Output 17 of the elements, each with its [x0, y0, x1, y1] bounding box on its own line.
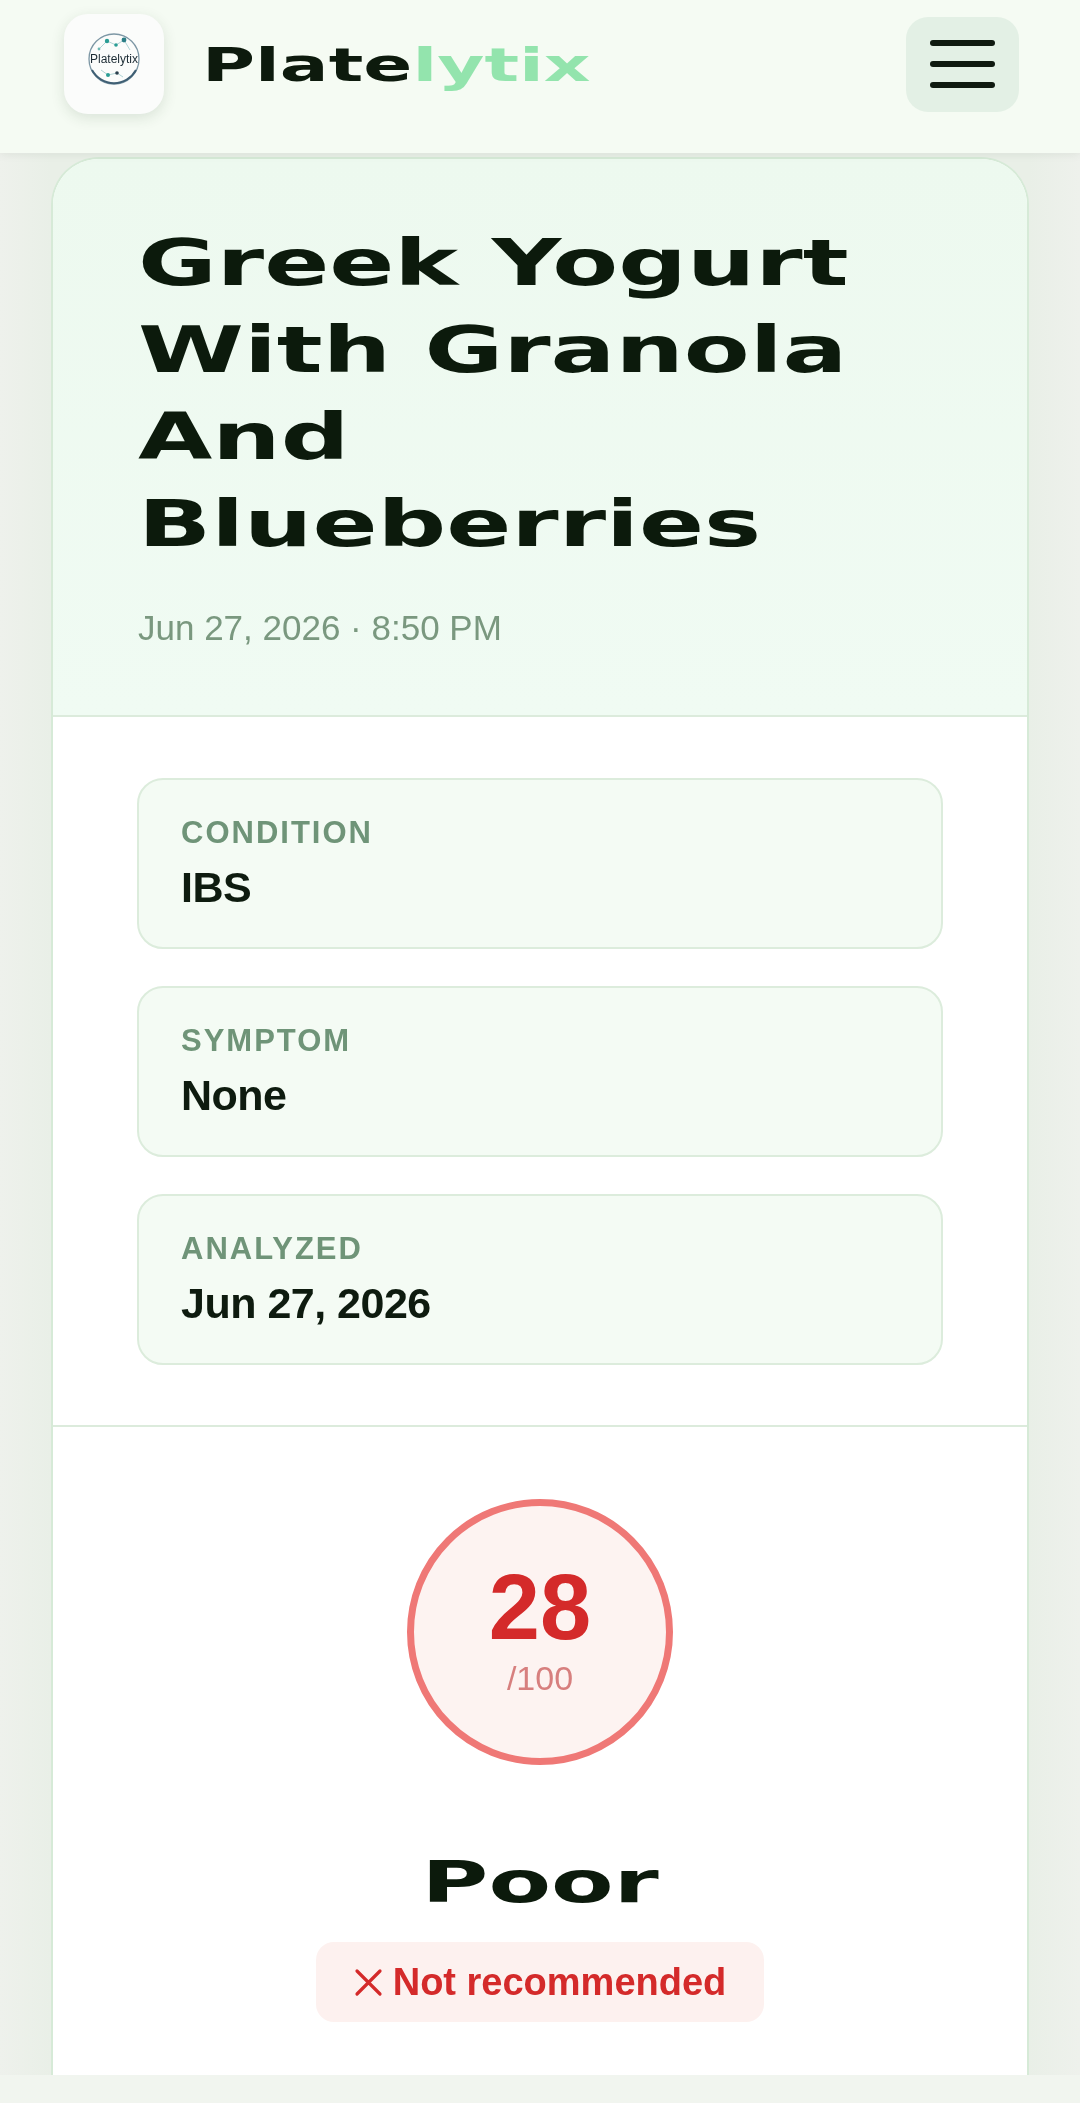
- meal-timestamp: Jun 27, 2026 · 8:50 PM: [138, 607, 503, 649]
- menu-button[interactable]: [906, 16, 1019, 112]
- info-value: IBS: [181, 862, 253, 912]
- info-value: Jun 27, 2026: [181, 1278, 432, 1328]
- meal-title: Greek Yogurt With Granola And Blueberries: [138, 225, 850, 563]
- network-circle-icon: [87, 32, 141, 86]
- cross-icon: [353, 1967, 383, 1997]
- info-label: ANALYZED: [181, 1231, 364, 1267]
- info-label: CONDITION: [181, 815, 374, 851]
- info-label: SYMPTOM: [181, 1023, 353, 1059]
- verdict-text: Not recommended: [392, 1960, 727, 2004]
- score-value: 28: [488, 1561, 592, 1653]
- logo-text: Platelytix: [90, 52, 138, 66]
- info-value: None: [181, 1070, 288, 1120]
- score-max: /100: [506, 1661, 574, 1695]
- menu-icon: [930, 40, 995, 88]
- rating-label: Poor: [421, 1850, 659, 1914]
